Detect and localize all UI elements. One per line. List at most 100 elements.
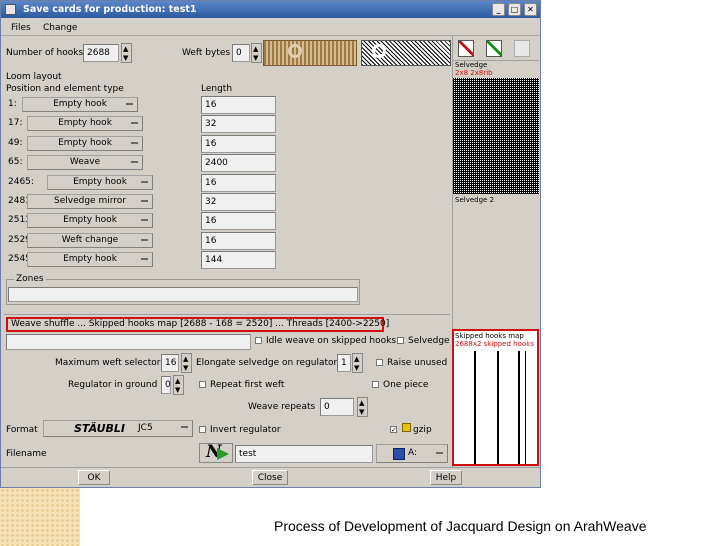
loom-row-type-dropdown[interactable]: Empty hook (27, 116, 143, 131)
weft-bytes-input[interactable]: 0 (232, 44, 250, 62)
idle-weave-checkbox[interactable] (255, 337, 262, 344)
elongate-stepper[interactable]: ▲ ▼ (352, 353, 363, 373)
loom-row-type-dropdown[interactable]: Empty hook (27, 252, 153, 267)
zoom-icon[interactable] (288, 44, 302, 58)
loom-row-type-dropdown[interactable]: Weave (27, 155, 143, 170)
weft-bytes-stepper[interactable]: ▲ ▼ (251, 43, 262, 63)
chevron-down-icon (141, 219, 148, 221)
loom-row-length-input[interactable]: 16 (201, 96, 276, 114)
menu-bar: Files Change (1, 19, 540, 36)
loom-row-type-dropdown[interactable]: Selvedge mirror (27, 194, 153, 209)
chevron-down-icon (141, 181, 148, 183)
chevron-down-icon (131, 161, 138, 163)
loom-row-length-input[interactable]: 2400 (201, 154, 276, 172)
invert-regulator-checkbox[interactable] (199, 426, 206, 433)
loom-row-position: 49: (8, 138, 23, 148)
idle-weave-label: Idle weave on skipped hooks (266, 336, 397, 346)
menu-change[interactable]: Change (43, 21, 77, 35)
shuffle-summary: Weave shuffle ... Skipped hooks map [268… (11, 319, 390, 329)
loom-row-type: Selvedge mirror (54, 196, 126, 206)
loom-row-length-input[interactable]: 32 (201, 115, 276, 133)
drive-dropdown[interactable]: A: (376, 444, 448, 463)
hooks-input[interactable]: 2688 (83, 44, 119, 62)
red-arrow-icon[interactable] (458, 40, 474, 57)
raise-unused-checkbox[interactable] (376, 359, 383, 366)
loom-row-length-input[interactable]: 32 (201, 193, 276, 211)
selvedge-checkbox[interactable] (397, 337, 404, 344)
gzip-checkbox[interactable]: ✓ (390, 426, 397, 434)
file-manager-icon[interactable]: N (199, 442, 233, 463)
weave-repeats-stepper[interactable]: ▲ ▼ (357, 397, 368, 417)
weave-preview-image[interactable] (263, 40, 357, 66)
green-arrow-icon[interactable] (486, 40, 502, 57)
loom-row-position: 17: (8, 118, 23, 128)
one-piece-checkbox[interactable] (372, 381, 379, 388)
slide-caption: Process of Development of Jacquard Desig… (274, 518, 647, 534)
format-label: Format (6, 425, 38, 435)
chevron-down-icon (436, 452, 443, 454)
filename-input[interactable]: test (235, 445, 373, 463)
selvedge2-title: Selvedge 2 (455, 196, 495, 204)
loom-row-length-input[interactable]: 16 (201, 212, 276, 230)
loom-row-type-dropdown[interactable]: Empty hook (22, 97, 138, 112)
loom-row-type: Empty hook (63, 254, 117, 264)
loom-row-length-input[interactable]: 144 (201, 251, 276, 269)
position-column-header: Position and element type (6, 84, 124, 94)
menu-files[interactable]: Files (11, 21, 31, 35)
chevron-down-icon (131, 122, 138, 124)
loom-row-type: Empty hook (73, 177, 127, 187)
loom-row-type-dropdown[interactable]: Weft change (27, 233, 153, 248)
app-icon (5, 4, 16, 15)
loom-row-position: 2465: (8, 177, 34, 187)
loom-row-type: Empty hook (63, 215, 117, 225)
regulator-input[interactable]: 0 (161, 376, 171, 394)
zones-input[interactable] (8, 287, 358, 302)
elongate-input[interactable]: 1 (337, 354, 351, 372)
format-dropdown[interactable]: STÄUBLI JC5 (43, 420, 193, 437)
window-title: Save cards for production: test1 (23, 4, 197, 15)
shuffle-input[interactable] (6, 334, 251, 350)
loom-row-type: Empty hook (58, 138, 112, 148)
format-model: JC5 (138, 423, 153, 433)
hooks-stepper[interactable]: ▲ ▼ (121, 43, 132, 63)
loom-row-type: Weft change (61, 235, 119, 245)
max-weft-label: Maximum weft selectors (55, 358, 166, 368)
title-bar: Save cards for production: test1 _ □ ✕ (1, 1, 540, 18)
loom-row-length-input[interactable]: 16 (201, 232, 276, 250)
decorative-pattern (0, 488, 80, 546)
zoom-icon[interactable] (372, 44, 386, 58)
loom-row-length-input[interactable]: 16 (201, 174, 276, 192)
loom-row-type-dropdown[interactable]: Empty hook (27, 213, 153, 228)
close-icon[interactable]: ✕ (524, 3, 537, 16)
weave-repeats-input[interactable]: 0 (320, 398, 354, 416)
ok-button[interactable]: OK (78, 470, 110, 485)
max-weft-stepper[interactable]: ▲ ▼ (181, 353, 192, 373)
loom-row-position: 1: (8, 99, 17, 109)
selvedge-label: Selvedge (408, 336, 450, 346)
close-button[interactable]: Close (252, 470, 288, 485)
loom-row-length-input[interactable]: 16 (201, 135, 276, 153)
chevron-down-icon (126, 103, 133, 105)
maximize-icon[interactable]: □ (508, 3, 521, 16)
chevron-down-icon (141, 200, 148, 202)
loom-row-type: Empty hook (58, 118, 112, 128)
format-brand: STÄUBLI (74, 422, 126, 435)
minimize-icon[interactable]: _ (492, 3, 505, 16)
loom-row-type: Empty hook (53, 99, 107, 109)
loom-row-type-dropdown[interactable]: Empty hook (27, 136, 143, 151)
selvedge-pattern-image (453, 78, 539, 194)
zones-title: Zones (14, 272, 46, 286)
help-button[interactable]: Help (430, 470, 462, 485)
length-column-header: Length (201, 84, 233, 94)
disabled-tool-icon[interactable] (514, 40, 530, 57)
loom-row-type: Weave (69, 157, 101, 167)
map-line (497, 351, 499, 464)
chevron-down-icon (181, 426, 188, 428)
repeat-first-weft-checkbox[interactable] (199, 381, 206, 388)
invert-regulator-label: Invert regulator (210, 425, 281, 435)
drive-label: A: (408, 448, 418, 458)
loom-row-type-dropdown[interactable]: Empty hook (47, 175, 153, 190)
floppy-icon (393, 448, 405, 460)
max-weft-input[interactable]: 16 (161, 354, 179, 372)
regulator-stepper[interactable]: ▲ ▼ (173, 375, 184, 395)
